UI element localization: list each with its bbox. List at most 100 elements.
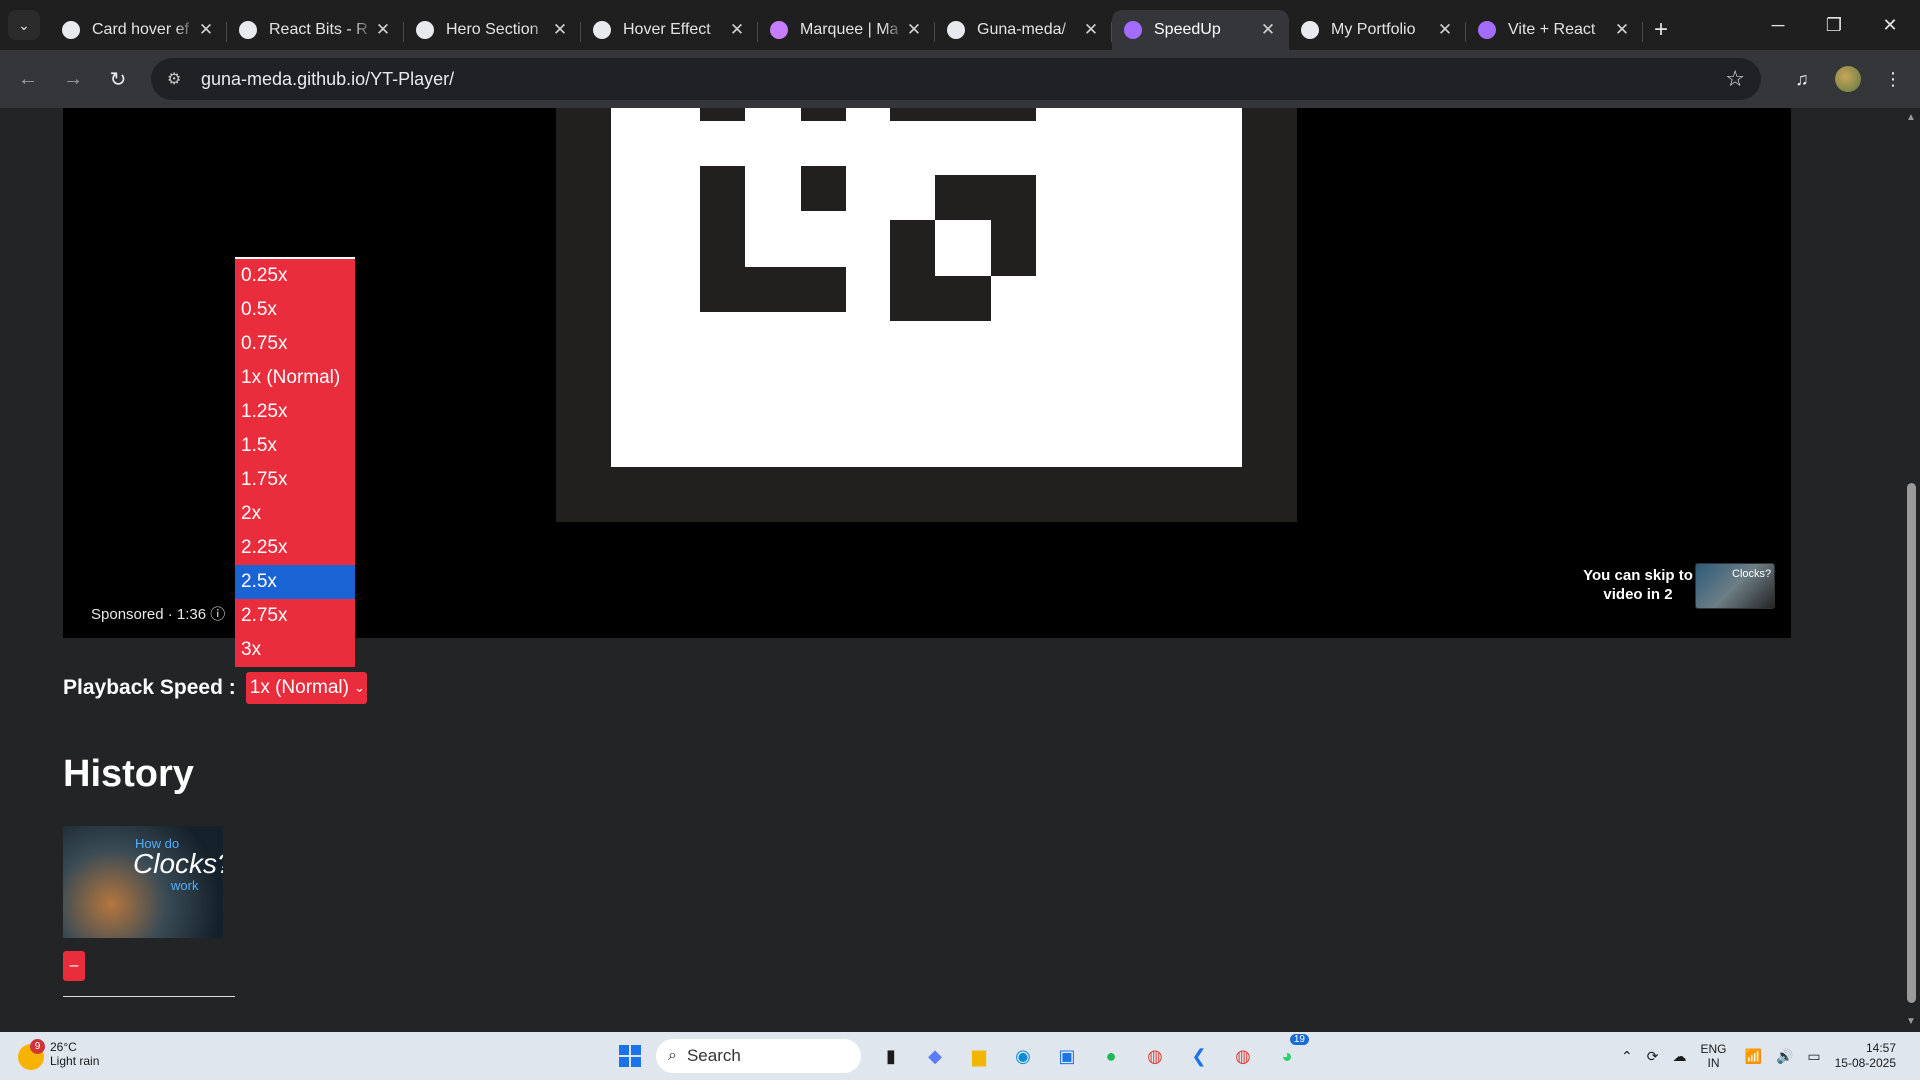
menu-kebab-icon[interactable]: ⋮ — [1877, 63, 1909, 95]
speed-option[interactable]: 1x (Normal) — [235, 361, 355, 395]
tab-close-icon[interactable]: ✕ — [551, 20, 569, 40]
ad-video-frame — [556, 108, 1297, 522]
spotify-icon[interactable]: ● — [1093, 1038, 1129, 1074]
speed-option[interactable]: 2.25x — [235, 531, 355, 565]
language-indicator[interactable]: ENG IN — [1700, 1042, 1726, 1070]
tab-close-icon[interactable]: ✕ — [728, 20, 746, 40]
avatar — [1835, 66, 1861, 92]
vscode-icon[interactable]: ❮ — [1181, 1038, 1217, 1074]
tab-title: React Bits - R — [269, 21, 368, 38]
speed-option[interactable]: 3x — [235, 633, 355, 667]
taskbar-search-placeholder: Search — [686, 1046, 741, 1065]
browser-tab[interactable]: SpeedUp ✕ — [1112, 10, 1289, 50]
windows-start-icon[interactable] — [612, 1038, 648, 1074]
page-scrollbar[interactable]: ▲ ▼ — [1902, 108, 1920, 1032]
browser-tab[interactable]: Guna-meda/ ✕ — [935, 10, 1112, 50]
info-icon[interactable]: ⓘ — [210, 606, 225, 623]
wifi-icon[interactable]: 📶 — [1745, 1048, 1762, 1065]
tab-separator — [1642, 22, 1643, 42]
next-video-thumbnail[interactable]: Clocks? — [1695, 563, 1775, 609]
volume-icon[interactable]: 🔊 — [1776, 1048, 1793, 1065]
speed-option[interactable]: 0.5x — [235, 293, 355, 327]
url-text[interactable]: guna-meda.github.io/YT-Player/ — [201, 69, 454, 90]
clock[interactable]: 14:57 15-08-2025 — [1835, 1041, 1896, 1071]
skip-thumb-text: Clocks? — [1732, 568, 1772, 580]
tab-close-icon[interactable]: ✕ — [374, 20, 392, 40]
taskbar-search[interactable]: ⌕ Search — [656, 1039, 861, 1073]
browser-tab[interactable]: React Bits - R ✕ — [227, 10, 404, 50]
speed-option[interactable]: 1.5x — [235, 429, 355, 463]
forward-button[interactable]: → — [57, 63, 89, 95]
new-tab-button[interactable]: + — [1643, 10, 1679, 50]
tab-search-button[interactable]: ⌄ — [8, 10, 40, 40]
speed-option[interactable]: 1.25x — [235, 395, 355, 429]
playback-speed-select[interactable]: 1x (Normal) ⌄ — [245, 672, 367, 704]
history-video-thumbnail[interactable]: How do Clocks? work — [63, 826, 223, 938]
weather-widget[interactable]: 9 26°C Light rain — [18, 1039, 99, 1070]
tab-title: Vite + React — [1508, 21, 1596, 38]
restore-button[interactable]: ❐ — [1806, 0, 1862, 50]
arrow-left-icon: ← — [18, 67, 38, 90]
sponsored-label: Sponsored · 1:36 ⓘ — [91, 603, 225, 624]
profile-avatar[interactable] — [1832, 63, 1864, 95]
minimize-button[interactable]: ─ — [1750, 0, 1806, 50]
chevron-down-icon: ⌄ — [353, 680, 365, 695]
scroll-down-icon[interactable]: ▼ — [1906, 1016, 1916, 1027]
scrollbar-thumb[interactable] — [1907, 483, 1916, 1003]
scroll-up-icon[interactable]: ▲ — [1906, 112, 1916, 123]
speed-option[interactable]: 0.75x — [235, 327, 355, 361]
tab-close-icon[interactable]: ✕ — [905, 20, 923, 40]
ad-logo-graphic — [611, 108, 1242, 467]
speed-option[interactable]: 2.75x — [235, 599, 355, 633]
browser-tab[interactable]: Marquee | Ma ✕ — [758, 10, 935, 50]
speed-selected-value: 1x (Normal) — [249, 677, 349, 698]
tab-favicon-icon — [416, 21, 434, 39]
remove-history-button[interactable]: – — [63, 951, 85, 981]
tab-title: SpeedUp — [1154, 21, 1221, 38]
skip-countdown: You can skip to video in 2 — [1573, 566, 1703, 604]
edge-icon[interactable]: ◉ — [1005, 1038, 1041, 1074]
skip-text-line2: video in 2 — [1603, 586, 1673, 603]
browser-tab[interactable]: My Portfolio ✕ — [1289, 10, 1466, 50]
speed-option[interactable]: 1.75x — [235, 463, 355, 497]
thumb-text-line3: work — [171, 878, 199, 893]
sync-icon[interactable]: ⟳ — [1647, 1048, 1659, 1065]
tab-favicon-icon — [593, 21, 611, 39]
cloud-off-icon[interactable]: ☁ — [1672, 1048, 1686, 1065]
back-button[interactable]: ← — [12, 63, 44, 95]
browser-tab[interactable]: Card hover ef ✕ — [50, 10, 227, 50]
store-icon[interactable]: ▣ — [1049, 1038, 1085, 1074]
browser-tab[interactable]: Vite + React ✕ — [1466, 10, 1643, 50]
whatsapp-icon[interactable]: ◕ 19 — [1269, 1034, 1309, 1074]
address-bar[interactable]: ⚙ guna-meda.github.io/YT-Player/ ☆ — [151, 58, 1761, 100]
history-heading: History — [63, 753, 194, 795]
tab-close-icon[interactable]: ✕ — [197, 20, 215, 40]
chevron-up-icon[interactable]: ⌃ — [1621, 1048, 1633, 1065]
bookmark-star-icon[interactable]: ☆ — [1725, 66, 1745, 92]
browser-tab[interactable]: Hover Effect ✕ — [581, 10, 758, 50]
tab-close-icon[interactable]: ✕ — [1613, 20, 1631, 40]
speed-option[interactable]: 2x — [235, 497, 355, 531]
tab-close-icon[interactable]: ✕ — [1436, 20, 1454, 40]
file-explorer-icon[interactable]: ▆ — [961, 1038, 997, 1074]
task-view-icon[interactable]: ▮ — [873, 1038, 909, 1074]
playback-speed-row: Playback Speed : 1x (Normal) ⌄ — [63, 671, 367, 705]
battery-icon[interactable]: ▭ — [1807, 1048, 1820, 1065]
speed-option[interactable]: 2.5x — [235, 565, 355, 599]
close-window-button[interactable]: ✕ — [1862, 0, 1918, 50]
windows-taskbar: 9 26°C Light rain ⌕ Search ▮ ◆ ▆ ◉ ▣ ● ◍… — [0, 1032, 1920, 1080]
skip-text-line1: You can skip to — [1583, 567, 1693, 584]
reload-button[interactable]: ↻ — [102, 63, 134, 95]
tab-title: Card hover ef — [92, 21, 189, 38]
speed-option[interactable]: 0.25x — [235, 259, 355, 293]
site-info-icon[interactable]: ⚙ — [151, 69, 189, 89]
clock-date: 15-08-2025 — [1834, 1056, 1896, 1070]
browser-tab[interactable]: Hero Section ✕ — [404, 10, 581, 50]
media-control-icon[interactable]: ♫ — [1786, 63, 1818, 95]
tab-close-icon[interactable]: ✕ — [1082, 20, 1100, 40]
lang-line1: ENG — [1700, 1042, 1727, 1056]
chrome-profile-icon[interactable]: ◍ — [1225, 1038, 1261, 1074]
copilot-icon[interactable]: ◆ — [917, 1038, 953, 1074]
chrome-icon[interactable]: ◍ — [1137, 1038, 1173, 1074]
tab-close-icon[interactable]: ✕ — [1259, 20, 1277, 40]
